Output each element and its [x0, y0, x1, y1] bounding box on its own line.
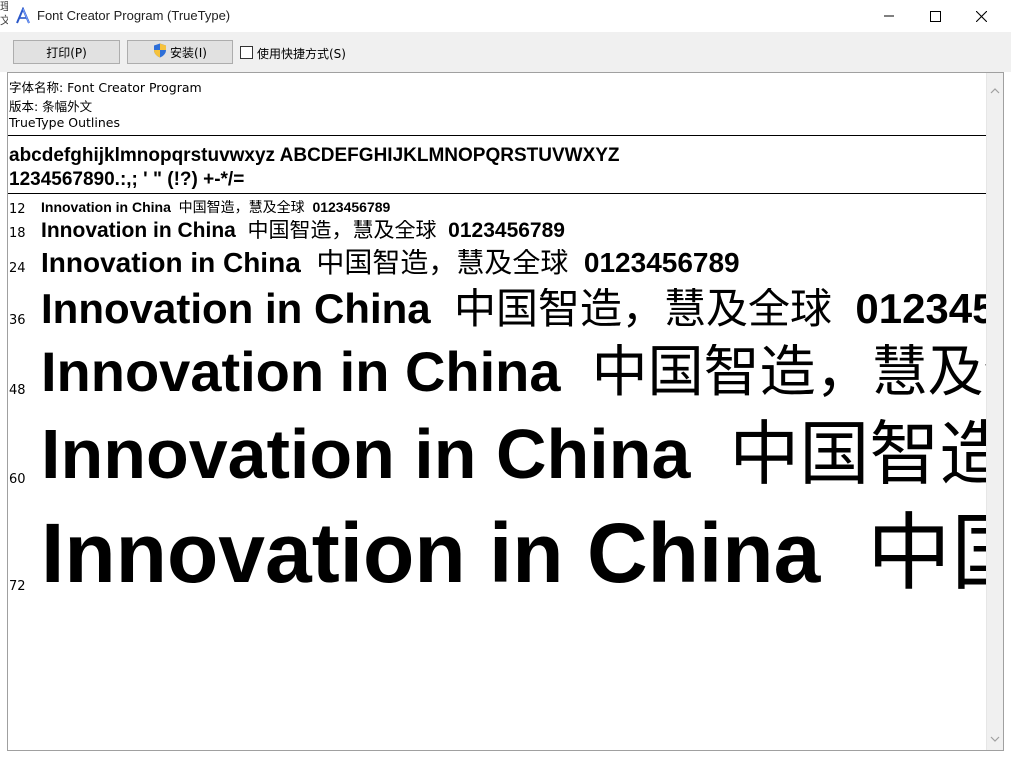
- charset-digits: 1234567890.:,; ' " (!?) +-*/=: [9, 169, 245, 190]
- sample-line: Innovation in China 中国智造，慧及全球 0123456789: [41, 220, 565, 241]
- shortcut-checkbox-label[interactable]: 使用快捷方式(S): [257, 45, 346, 62]
- print-button[interactable]: 打印(P): [13, 40, 120, 64]
- sample-line: Innovation in China 中国智造，慧及全球 0123456789: [41, 249, 740, 277]
- window-title: Font Creator Program (TrueType): [37, 8, 231, 23]
- shortcut-checkbox[interactable]: [240, 46, 253, 59]
- sample-size-label: 72: [9, 579, 26, 594]
- install-button[interactable]: 安装(I): [127, 40, 233, 64]
- sample-line: Innovation in China 中国智造，慧及全球 0123456789: [41, 511, 987, 595]
- charset-letters: abcdefghijklmnopqrstuvwxyz ABCDEFGHIJKLM…: [9, 145, 620, 166]
- print-button-label: 打印(P): [46, 45, 87, 60]
- scroll-up-icon[interactable]: [990, 79, 1000, 98]
- font-creator-icon: [14, 6, 32, 25]
- sample-size-label: 48: [9, 383, 26, 398]
- install-button-label: 安装(I): [170, 45, 207, 60]
- vertical-scrollbar[interactable]: [986, 73, 1003, 750]
- sample-size-label: 36: [9, 313, 26, 328]
- maximize-button[interactable]: [912, 0, 958, 32]
- sample-line: Innovation in China 中国智造，慧及全球 0123456789: [41, 200, 391, 215]
- close-icon: [975, 10, 987, 22]
- scroll-down-icon[interactable]: [990, 727, 1000, 746]
- sample-size-label: 24: [9, 261, 26, 276]
- separator: [8, 193, 987, 194]
- maximize-icon: [929, 10, 941, 22]
- sample-line: Innovation in China 中国智造，慧及全球 0123456789: [41, 344, 987, 401]
- minimize-button[interactable]: [866, 0, 912, 32]
- title-bar: Font Creator Program (TrueType): [0, 0, 1011, 32]
- sample-size-label: 60: [9, 472, 26, 487]
- sample-line: Innovation in China 中国智造，慧及全球 0123456789: [41, 288, 987, 330]
- separator: [8, 135, 987, 136]
- font-version-text: 版本: 条幅外文: [9, 99, 93, 114]
- sample-size-label: 18: [9, 226, 26, 241]
- font-preview-panel: 字体名称: Font Creator Program 版本: 条幅外文 True…: [7, 72, 1004, 751]
- uac-shield-icon: [153, 43, 167, 61]
- minimize-icon: [884, 11, 894, 21]
- toolbar: 打印(P) 安装(I) 使用快捷方式(S): [0, 32, 1011, 72]
- sample-size-label: 12: [9, 202, 26, 217]
- font-name-text: 字体名称: Font Creator Program: [9, 80, 202, 95]
- font-outline-text: TrueType Outlines: [9, 115, 120, 130]
- close-button[interactable]: [958, 0, 1004, 32]
- sample-line: Innovation in China 中国智造，慧及全球 0123456789: [41, 419, 987, 489]
